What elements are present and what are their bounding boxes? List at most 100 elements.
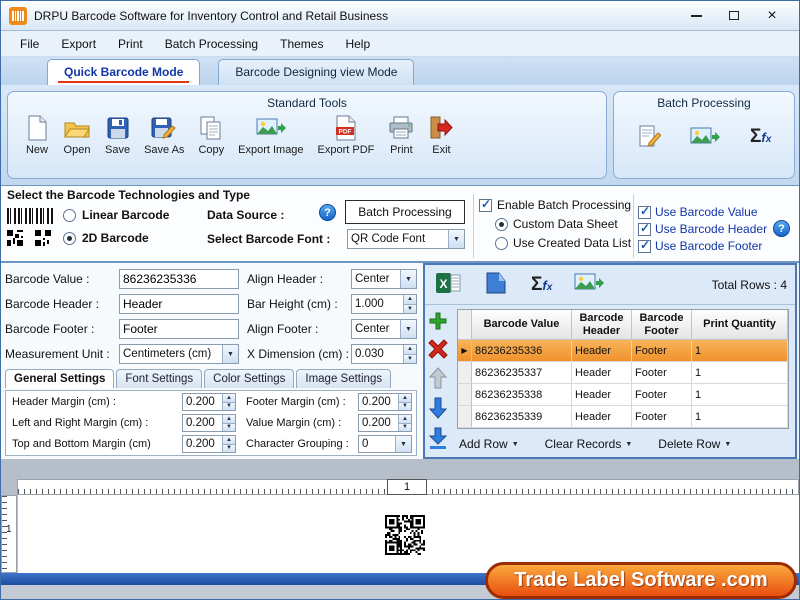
move-row-up-button[interactable] (428, 367, 448, 392)
custom-data-sheet-label[interactable]: Custom Data Sheet (513, 217, 618, 231)
move-row-down-button[interactable] (428, 397, 448, 422)
cell-footer[interactable]: Footer (632, 384, 692, 406)
open-button[interactable]: Open (56, 112, 98, 159)
use-barcode-value-label[interactable]: Use Barcode Value (655, 205, 758, 219)
spin-down-icon[interactable]: ▼ (404, 354, 416, 364)
use-barcode-footer-checkbox[interactable]: ✓ (638, 240, 651, 253)
clear-records-menu[interactable]: Clear Records▼ (545, 437, 633, 451)
cell-qty[interactable]: 1 (692, 340, 788, 362)
cell-qty[interactable]: 1 (692, 384, 788, 406)
qr-code[interactable] (385, 515, 425, 558)
new-button[interactable]: New (18, 112, 56, 159)
x-dimension-spinner[interactable]: 0.030 ▲▼ (351, 344, 417, 364)
add-row-button[interactable] (428, 311, 448, 334)
export-pdf-button[interactable]: PDF Export PDF (311, 112, 382, 159)
spinner-arrows[interactable]: ▲▼ (403, 295, 416, 313)
measurement-unit-select[interactable]: Centimeters (cm) ▼ (119, 344, 239, 364)
cell-qty[interactable]: 1 (692, 406, 788, 428)
tab-quick-barcode-mode[interactable]: Quick Barcode Mode (47, 59, 200, 85)
add-row-menu[interactable]: Add Row▼ (459, 437, 519, 451)
tab-barcode-designing-view-mode[interactable]: Barcode Designing view Mode (218, 59, 414, 85)
cell-header[interactable]: Header (572, 406, 632, 428)
cell-value[interactable]: 86236235337 (472, 362, 572, 384)
barcode-font-select[interactable]: QR Code Font ▼ (347, 229, 465, 249)
spin-down-icon[interactable]: ▼ (399, 402, 411, 411)
chevron-down-icon[interactable]: ▼ (400, 270, 416, 288)
use-barcode-header-checkbox[interactable]: ✓ (638, 223, 651, 236)
custom-data-sheet-radio[interactable] (495, 218, 508, 231)
data-source-help-button[interactable]: ? (319, 204, 336, 221)
character-grouping-select[interactable]: 0 ▼ (358, 435, 412, 453)
spin-down-icon[interactable]: ▼ (223, 423, 235, 432)
footer-margin-spinner[interactable]: 0.200 ▲▼ (358, 393, 412, 411)
cell-value[interactable]: 86236235336 (472, 340, 572, 362)
row-selector[interactable]: ▶ (458, 340, 472, 362)
enable-batch-checkbox[interactable]: ✓ (479, 199, 492, 212)
move-row-bottom-button[interactable] (428, 427, 448, 452)
barcode-header-input[interactable] (119, 294, 239, 314)
row-selector[interactable] (458, 362, 472, 384)
minimize-button[interactable] (677, 4, 715, 28)
spin-down-icon[interactable]: ▼ (223, 444, 235, 453)
top-bottom-margin-spinner[interactable]: 0.200 ▲▼ (182, 435, 236, 453)
cell-header[interactable]: Header (572, 340, 632, 362)
barcode-value-input[interactable] (119, 269, 239, 289)
spin-up-icon[interactable]: ▲ (223, 394, 235, 402)
chevron-down-icon[interactable]: ▼ (395, 436, 411, 452)
spin-down-icon[interactable]: ▼ (404, 304, 416, 314)
spinner-arrows[interactable]: ▲▼ (403, 345, 416, 363)
spinner-arrows[interactable]: ▲▼ (222, 415, 235, 431)
column-header-barcode-header[interactable]: Barcode Header (572, 310, 632, 340)
copy-button[interactable]: Copy (191, 112, 231, 159)
grid-export-image-button[interactable] (574, 271, 604, 298)
use-created-data-list-label[interactable]: Use Created Data List (513, 236, 631, 250)
save-button[interactable]: Save (98, 112, 137, 159)
spin-up-icon[interactable]: ▲ (399, 394, 411, 402)
spin-up-icon[interactable]: ▲ (223, 436, 235, 444)
menu-print[interactable]: Print (107, 33, 154, 55)
maximize-button[interactable] (715, 4, 753, 28)
delete-row-menu[interactable]: Delete Row▼ (658, 437, 731, 451)
cell-qty[interactable]: 1 (692, 362, 788, 384)
column-header-barcode-footer[interactable]: Barcode Footer (632, 310, 692, 340)
linear-barcode-radio[interactable] (63, 209, 76, 222)
menu-file[interactable]: File (9, 33, 50, 55)
align-header-select[interactable]: Center ▼ (351, 269, 417, 289)
column-header-print-quantity[interactable]: Print Quantity (692, 310, 788, 340)
cell-header[interactable]: Header (572, 384, 632, 406)
2d-barcode-label[interactable]: 2D Barcode (82, 231, 149, 245)
cell-value[interactable]: 86236235339 (472, 406, 572, 428)
menu-themes[interactable]: Themes (269, 33, 334, 55)
cell-footer[interactable]: Footer (632, 340, 692, 362)
menu-help[interactable]: Help (334, 33, 381, 55)
spin-up-icon[interactable]: ▲ (404, 345, 416, 354)
data-sheet-button[interactable] (483, 271, 509, 298)
linear-barcode-label[interactable]: Linear Barcode (82, 208, 169, 222)
header-margin-spinner[interactable]: 0.200 ▲▼ (182, 393, 236, 411)
menu-batch-processing[interactable]: Batch Processing (154, 33, 269, 55)
delete-row-button[interactable] (428, 339, 448, 362)
use-barcode-value-checkbox[interactable]: ✓ (638, 206, 651, 219)
excel-export-button[interactable]: X (435, 271, 461, 298)
cell-header[interactable]: Header (572, 362, 632, 384)
spinner-arrows[interactable]: ▲▼ (398, 394, 411, 410)
spin-up-icon[interactable]: ▲ (404, 295, 416, 304)
spinner-arrows[interactable]: ▲▼ (222, 394, 235, 410)
chevron-down-icon[interactable]: ▼ (448, 230, 464, 248)
tab-color-settings[interactable]: Color Settings (204, 369, 294, 388)
close-button[interactable]: × (753, 4, 791, 28)
grid-formula-button[interactable]: Σfx (531, 274, 552, 296)
row-selector[interactable] (458, 384, 472, 406)
bar-height-spinner[interactable]: 1.000 ▲▼ (351, 294, 417, 314)
use-created-data-list-radio[interactable] (495, 237, 508, 250)
spin-up-icon[interactable]: ▲ (223, 415, 235, 423)
print-button[interactable]: Print (381, 112, 421, 159)
tab-font-settings[interactable]: Font Settings (116, 369, 202, 388)
tab-general-settings[interactable]: General Settings (5, 369, 114, 388)
spin-down-icon[interactable]: ▼ (399, 423, 411, 432)
value-margin-spinner[interactable]: 0.200 ▲▼ (358, 414, 412, 432)
save-as-button[interactable]: Save As (137, 112, 191, 159)
row-selector[interactable] (458, 406, 472, 428)
export-image-button[interactable]: Export Image (231, 112, 310, 159)
cell-value[interactable]: 86236235338 (472, 384, 572, 406)
